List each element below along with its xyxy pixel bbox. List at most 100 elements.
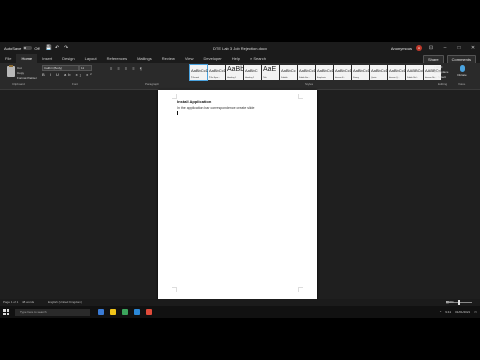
style-name: Subtitle <box>281 77 288 79</box>
editing-group: ⌕ Find ⇄ Replace ⬚ Select <box>434 65 448 80</box>
document-body-text[interactable]: In the application bar correspondence cr… <box>177 106 254 110</box>
style-6[interactable]: AaBbCcD Subtle Em... <box>298 65 317 80</box>
taskbar-search[interactable]: Type here to search <box>15 308 90 316</box>
system-tray: ^ 9:41 01/01/2021 ▭ <box>440 306 477 318</box>
editing-label: Editing <box>438 82 448 86</box>
tab-mailings[interactable]: Mailings <box>132 54 157 63</box>
style-sample: AaBbC <box>245 68 258 73</box>
tab-layout[interactable]: Layout <box>80 54 102 63</box>
close-icon[interactable]: ✕ <box>468 45 478 51</box>
word-count[interactable]: 48 words <box>22 299 34 306</box>
autosave[interactable]: AutoSave Off <box>4 46 40 51</box>
style-name: Title <box>263 77 267 79</box>
quick-access-toolbar: 💾 ↶ ↷ <box>46 45 69 51</box>
ribbon-home: Cut Copy Format Painter Calibri (Body) 1… <box>0 63 480 90</box>
clipboard-group: Cut Copy Format Painter <box>4 65 37 83</box>
paragraph-buttons[interactable]: ≡ ≡ ≡ ≡ ¶ <box>110 65 144 72</box>
windows-start-icon[interactable] <box>3 309 9 315</box>
save-icon[interactable]: 💾 <box>46 45 52 51</box>
style-4[interactable]: AaE Title <box>262 65 279 80</box>
tab-design[interactable]: Design <box>57 54 79 63</box>
user-name[interactable]: Anonymous <box>391 46 412 51</box>
redo-icon[interactable]: ↷ <box>64 45 69 51</box>
taskbar-app-icon[interactable] <box>98 309 104 315</box>
styles-gallery: AaBbCcDc ¶ Normal AaBbCcDc ¶ No Spac... AaBb… <box>189 64 443 81</box>
windows-taskbar: Type here to search ^ 9:41 01/01/2021 ▭ <box>0 306 480 318</box>
find-label: Find <box>436 65 443 69</box>
chevron-up-icon[interactable]: ^ <box>440 310 441 314</box>
format-painter-button[interactable]: Format Painter <box>17 76 37 81</box>
style-8[interactable]: AaBbCcD Intense E... <box>334 65 353 80</box>
search-label: Search <box>253 56 266 61</box>
maximize-icon[interactable]: □ <box>454 45 464 51</box>
font-format-buttons[interactable]: B I U ab x₂ x² <box>42 72 94 77</box>
zoom-level[interactable]: 100% <box>446 299 454 306</box>
style-9[interactable]: AaBbCcD Strong <box>352 65 371 80</box>
paste-icon[interactable] <box>7 65 15 77</box>
autosave-toggle[interactable] <box>23 46 33 50</box>
title-bar-right: Anonymous A ⊡ – □ ✕ <box>391 42 478 54</box>
tab-references[interactable]: References <box>102 54 132 63</box>
style-sample: AaBbCcD <box>335 68 353 73</box>
margin-corner-mark <box>172 287 177 292</box>
tab-review[interactable]: Review <box>157 54 180 63</box>
tab-home[interactable]: Home <box>16 53 38 64</box>
undo-icon[interactable]: ↶ <box>55 45 60 51</box>
tab-help[interactable]: Help <box>227 54 245 63</box>
document-page[interactable]: Install Application In the application b… <box>158 90 317 306</box>
ribbon-display-options-icon[interactable]: ⊡ <box>426 45 436 51</box>
style-name: Intense E... <box>335 77 346 79</box>
style-name: Heading 1 <box>227 77 237 79</box>
tab-developer[interactable]: Developer <box>198 54 226 63</box>
tab-view[interactable]: View <box>180 54 199 63</box>
style-sample: AaBbCcD <box>389 68 407 73</box>
taskbar-app-icon[interactable] <box>134 309 140 315</box>
style-7[interactable]: AaBbCcD Emphasis <box>316 65 335 80</box>
style-sample: AaBbCcD <box>317 68 335 73</box>
style-2[interactable]: AaBb Heading 1 <box>226 65 244 80</box>
style-11[interactable]: AaBbCcD Intense Q... <box>388 65 407 80</box>
style-10[interactable]: AaBbCcD Quote <box>370 65 389 80</box>
taskbar-app-icon[interactable] <box>110 309 116 315</box>
text-cursor <box>177 111 178 115</box>
style-1[interactable]: AaBbCcDc ¶ No Spac... <box>208 65 229 80</box>
clipboard-items: Cut Copy Format Painter <box>17 66 37 81</box>
tab-file[interactable]: File <box>0 54 16 63</box>
style-sample: AABBCcD <box>407 68 426 73</box>
style-name: ¶ No Spac... <box>209 77 220 79</box>
autosave-state: Off <box>34 45 40 51</box>
document-title: DTE Lab 3 Job Rejection.docx <box>212 45 268 51</box>
notification-icon[interactable]: ▭ <box>474 310 477 314</box>
style-name: ¶ Normal <box>191 77 200 79</box>
ribbon-section-labels: Clipboard Font Paragraph Styles Editing … <box>0 82 480 88</box>
style-sample: AaBbCcD <box>371 68 389 73</box>
style-sample: AaBbCcD <box>353 68 371 73</box>
status-bar: Page 1 of 1 48 words English (United Kin… <box>0 299 480 306</box>
style-name: Heading 2 <box>245 77 255 79</box>
font-label: Font <box>72 82 79 86</box>
style-sample: AaE <box>263 66 277 73</box>
replace-label: Replace <box>437 70 449 74</box>
document-heading[interactable]: Install Application <box>177 99 211 104</box>
style-3[interactable]: AaBbC Heading 2 <box>244 65 261 80</box>
style-5[interactable]: AaBbCc Subtitle <box>280 65 297 80</box>
avatar[interactable]: A <box>416 45 422 51</box>
language[interactable]: English (United Kingdom) <box>48 299 82 306</box>
clock-date[interactable]: 01/01/2021 <box>455 310 470 314</box>
taskbar-app-icon[interactable] <box>146 309 152 315</box>
style-name: Emphasis <box>317 77 326 79</box>
style-12[interactable]: AABBCcD Subtle Ref... <box>406 65 426 80</box>
select-button[interactable]: ⬚ Select <box>434 75 448 80</box>
font-name-select[interactable]: Calibri (Body) <box>42 65 79 71</box>
status-right: Focus ▭ ▤ ▥ – + 100% <box>446 299 472 306</box>
style-0[interactable]: AaBbCcDc ¶ Normal <box>189 64 211 81</box>
minimize-icon[interactable]: – <box>440 45 450 51</box>
font-size-select[interactable]: 11 <box>79 65 92 71</box>
dictate-button[interactable]: Dictate <box>455 65 469 77</box>
autosave-label: AutoSave <box>4 45 22 51</box>
tab-insert[interactable]: Insert <box>37 54 57 63</box>
taskbar-app-icon[interactable] <box>122 309 128 315</box>
page-count[interactable]: Page 1 of 1 <box>3 299 18 306</box>
clock-time[interactable]: 9:41 <box>445 310 451 314</box>
tell-me-search[interactable]: ⌕ Search <box>245 54 271 63</box>
